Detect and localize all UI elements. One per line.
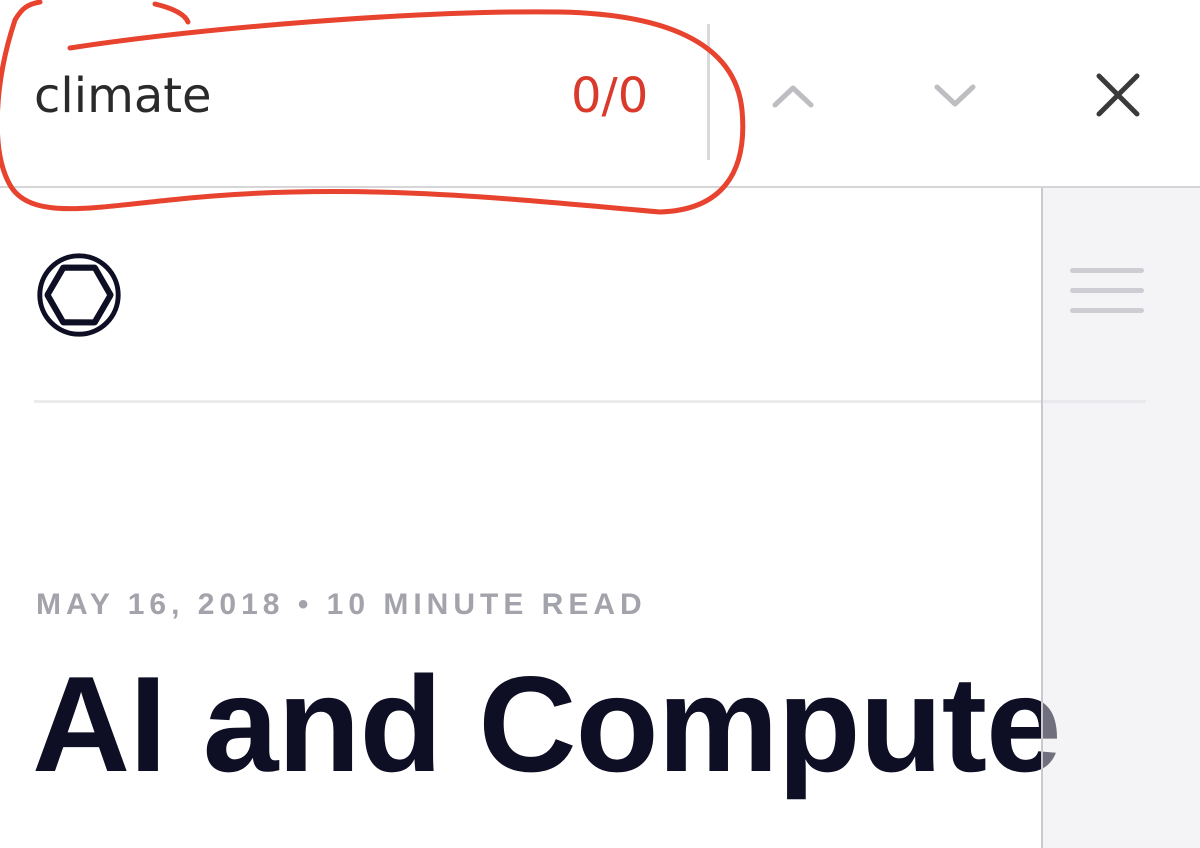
article-meta: MAY 16, 2018 • 10 MINUTE READ <box>36 588 647 621</box>
hamburger-menu-button[interactable] <box>1066 262 1148 322</box>
openai-logo[interactable] <box>30 246 128 344</box>
next-match-button[interactable] <box>920 60 990 130</box>
previous-match-button[interactable] <box>758 60 828 130</box>
match-count: 0/0 <box>571 68 649 124</box>
header-divider <box>34 400 1146 403</box>
chevron-down-icon <box>934 84 976 107</box>
find-bar-divider <box>707 24 710 160</box>
menu-line <box>1070 308 1144 313</box>
find-in-page-bar: 0/0 <box>0 0 1200 188</box>
chevron-up-icon <box>772 85 814 108</box>
menu-line <box>1070 288 1144 293</box>
close-icon <box>1096 73 1140 117</box>
web-page: MAY 16, 2018 • 10 MINUTE READ AI and Com… <box>0 188 1200 848</box>
close-find-button[interactable] <box>1083 60 1153 130</box>
find-input[interactable] <box>34 66 534 126</box>
article-title: AI and Compute <box>32 648 1062 800</box>
menu-line <box>1070 268 1144 273</box>
